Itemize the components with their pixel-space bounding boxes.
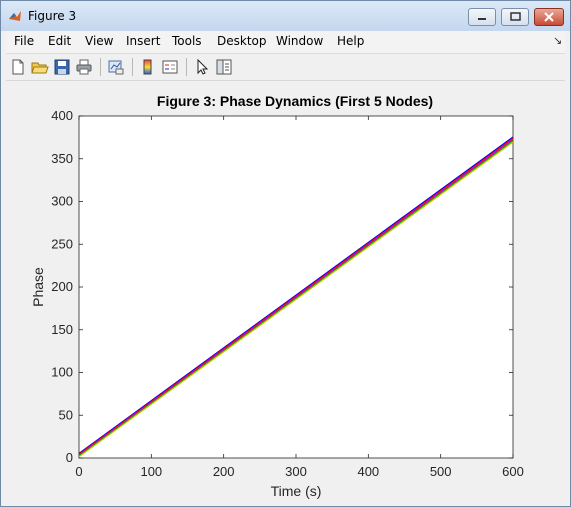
- y-tick-label: 250: [51, 236, 73, 251]
- close-icon: [544, 12, 554, 22]
- menu-tools[interactable]: Tools: [172, 34, 202, 48]
- minimize-button[interactable]: [468, 8, 496, 26]
- menu-edit[interactable]: Edit: [48, 34, 71, 48]
- y-tick-label: 300: [51, 194, 73, 209]
- title-bar[interactable]: Figure 3: [1, 1, 570, 31]
- toolbar-separator: [186, 58, 187, 76]
- window-title: Figure 3: [28, 9, 77, 23]
- menu-help[interactable]: Help: [337, 34, 364, 48]
- print-icon[interactable]: [75, 58, 93, 76]
- x-tick-label: 500: [430, 464, 452, 479]
- menu-bar: File Edit View Insert Tools Desktop Wind…: [6, 31, 565, 54]
- x-tick-label: 400: [357, 464, 379, 479]
- new-figure-icon[interactable]: [9, 58, 27, 76]
- y-tick-label: 0: [66, 450, 73, 465]
- phase-chart[interactable]: Figure 3: Phase Dynamics (First 5 Nodes)…: [6, 81, 565, 501]
- dock-arrow-icon[interactable]: ↘: [553, 34, 562, 47]
- chart-title: Figure 3: Phase Dynamics (First 5 Nodes): [157, 93, 433, 109]
- pointer-icon[interactable]: [193, 58, 211, 76]
- x-tick-label: 600: [502, 464, 524, 479]
- menu-insert[interactable]: Insert: [126, 34, 160, 48]
- y-tick-label: 400: [51, 108, 73, 123]
- menu-file[interactable]: File: [14, 34, 34, 48]
- figure-window: Figure 3 File Edit View Insert Tools Des…: [0, 0, 571, 507]
- x-tick-label: 300: [285, 464, 307, 479]
- maximize-icon: [510, 12, 521, 21]
- y-tick-label: 50: [59, 407, 73, 422]
- menu-view[interactable]: View: [85, 34, 113, 48]
- y-tick-label: 100: [51, 365, 73, 380]
- matlab-icon: [9, 11, 21, 21]
- link-plot-icon[interactable]: [107, 58, 125, 76]
- figure-canvas: Figure 3: Phase Dynamics (First 5 Nodes)…: [6, 81, 565, 501]
- close-button[interactable]: [534, 8, 564, 26]
- save-icon[interactable]: [53, 58, 71, 76]
- toolbar-separator: [100, 58, 101, 76]
- legend-icon[interactable]: [161, 58, 179, 76]
- menu-window[interactable]: Window: [276, 34, 323, 48]
- open-file-icon[interactable]: [31, 58, 49, 76]
- y-axis-label: Phase: [30, 267, 46, 307]
- property-editor-icon[interactable]: [215, 58, 233, 76]
- menu-desktop[interactable]: Desktop: [217, 34, 267, 48]
- y-tick-label: 200: [51, 279, 73, 294]
- y-tick-label: 350: [51, 151, 73, 166]
- y-tick-label: 150: [51, 322, 73, 337]
- toolbar-separator: [132, 58, 133, 76]
- colorbar-icon[interactable]: [139, 58, 157, 76]
- toolbar: [6, 54, 565, 81]
- x-tick-label: 100: [140, 464, 162, 479]
- minimize-icon: [478, 18, 486, 20]
- x-tick-label: 0: [75, 464, 82, 479]
- maximize-button[interactable]: [501, 8, 529, 26]
- x-tick-label: 200: [213, 464, 235, 479]
- x-axis-label: Time (s): [271, 483, 322, 499]
